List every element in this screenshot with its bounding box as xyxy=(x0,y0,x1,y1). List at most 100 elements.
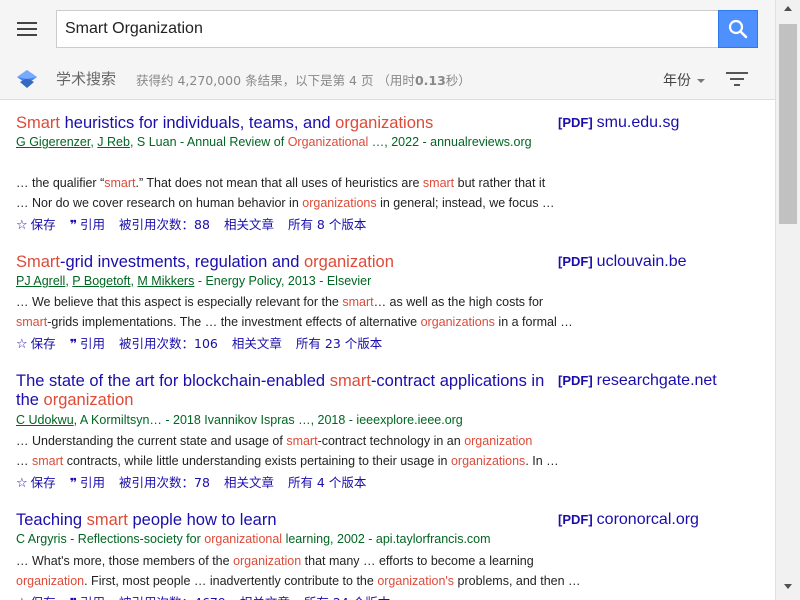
stats-time: 0.13 xyxy=(414,73,446,88)
author-link[interactable]: M Mikkers xyxy=(137,274,194,288)
cite-button[interactable]: ❞引用 xyxy=(70,595,105,600)
save-button[interactable]: ☆保存 xyxy=(16,475,56,491)
cited-by-link[interactable]: 被引用次数：88 xyxy=(119,217,210,232)
hamburger-menu-icon[interactable] xyxy=(10,14,44,44)
result-title-link[interactable]: The state of the art for blockchain-enab… xyxy=(16,372,546,410)
author-link[interactable]: P Bogetoft xyxy=(72,274,130,288)
magnifier-icon xyxy=(728,19,748,39)
result-actions: ☆ 保存 ❞ 引用 被引用次数：106 相关文章 所有 23 个版本 xyxy=(16,333,396,352)
scroll-thumb[interactable] xyxy=(779,24,797,224)
cite-button[interactable]: ❞引用 xyxy=(70,336,105,351)
result-title-link[interactable]: Smart-grid investments, regulation and o… xyxy=(16,253,546,272)
filter-lines-icon[interactable] xyxy=(726,70,748,88)
caret-down-icon xyxy=(697,79,705,83)
pdf-tag: [PDF] xyxy=(558,512,593,527)
result-title-link[interactable]: Smart heuristics for individuals, teams,… xyxy=(16,114,546,133)
snippet-text: … xyxy=(16,453,32,468)
related-articles-link[interactable]: 相关文章 xyxy=(240,595,290,600)
result-actions: ☆ 保存 ❞ 引用 被引用次数：88 相关文章 所有 8 个版本 xyxy=(16,214,380,233)
result-authors: G Gigerenzer, J Reb, S Luan - Annual Rev… xyxy=(16,133,576,152)
snippet-highlight: organization xyxy=(464,434,533,448)
author-text: C Argyris - Reflections-society for xyxy=(16,532,205,546)
title-highlight: smart xyxy=(329,372,371,390)
result-title-link[interactable]: Teaching smart people how to learn xyxy=(16,511,546,530)
related-articles-link[interactable]: 相关文章 xyxy=(224,475,274,490)
result-snippet-line: … the qualifier “smart.” That does not m… xyxy=(16,174,596,194)
title-highlight: organization xyxy=(303,253,394,271)
cite-button[interactable]: ❞引用 xyxy=(70,475,105,490)
pdf-source: smu.edu.sg xyxy=(596,114,680,131)
quote-icon: ❞ xyxy=(69,475,78,490)
result-authors: C Argyris - Reflections-society for orga… xyxy=(16,530,576,549)
search-button[interactable] xyxy=(718,10,758,48)
save-label: 保存 xyxy=(31,595,56,600)
related-articles-link[interactable]: 相关文章 xyxy=(224,217,274,232)
snippet-text: -grids implementations. The … the invest… xyxy=(47,314,421,329)
cited-by-link[interactable]: 被引用次数：78 xyxy=(119,475,210,490)
save-button[interactable]: ☆保存 xyxy=(16,595,56,600)
pdf-source: coronorcal.org xyxy=(596,511,699,528)
cite-button[interactable]: ❞引用 xyxy=(70,217,105,232)
title-highlight: Smart xyxy=(16,253,61,271)
author-link[interactable]: G Gigerenzer xyxy=(16,135,90,149)
search-input[interactable] xyxy=(57,11,719,47)
title-highlight: Smart xyxy=(16,114,61,132)
snippet-highlight: organization xyxy=(16,573,85,588)
title-highlight: organizations xyxy=(335,114,434,132)
all-versions-link[interactable]: 所有 8 个版本 xyxy=(288,217,366,232)
snippet-text: … What's more, those members of the xyxy=(16,554,234,568)
pdf-link[interactable]: [PDF] researchgate.net xyxy=(558,372,717,390)
top-search-bar xyxy=(0,0,775,58)
snippet-highlight: smart xyxy=(31,453,64,468)
stats-suffix: 秒） xyxy=(445,73,471,88)
snippet-text: -contract technology in an xyxy=(317,434,465,448)
cited-by-link[interactable]: 被引用次数：106 xyxy=(119,336,218,351)
save-button[interactable]: ☆保存 xyxy=(16,336,56,352)
result-snippet-line: … Nor do we cover research on human beha… xyxy=(16,194,596,214)
snippet-highlight: smart xyxy=(422,176,455,190)
cite-label: 引用 xyxy=(80,217,106,232)
snippet-text: in general; instead, we focus … xyxy=(376,195,555,210)
scroll-down-arrow-icon[interactable] xyxy=(776,578,800,596)
cite-label: 引用 xyxy=(80,475,106,490)
cited-by-link[interactable]: 被引用次数：4679 xyxy=(119,595,226,600)
author-highlight: organizational xyxy=(204,532,283,546)
author-link[interactable]: C Udokwu xyxy=(16,413,74,427)
result-actions: ☆保存 ❞引用 被引用次数：4679 相关文章 所有 24 个版本 xyxy=(16,592,404,600)
title-text: people how to learn xyxy=(127,511,277,529)
all-versions-link[interactable]: 所有 24 个版本 xyxy=(304,595,390,600)
save-label: 保存 xyxy=(30,336,56,351)
year-filter-label: 年份 xyxy=(663,73,691,89)
results-header: 学术搜索 获得约 4,270,000 条结果，以下是第 4 页 （用时0.13秒… xyxy=(0,58,775,100)
save-label: 保存 xyxy=(30,217,56,232)
year-filter-dropdown[interactable]: 年份 xyxy=(663,70,705,90)
snippet-text: … We believe that this aspect is especia… xyxy=(16,295,343,309)
save-button[interactable]: ☆保存 xyxy=(16,217,56,233)
all-versions-link[interactable]: 所有 4 个版本 xyxy=(288,475,366,490)
snippet-highlight: smart xyxy=(104,176,136,190)
result-snippet-line: … Understanding the current state and us… xyxy=(16,432,596,452)
search-box xyxy=(56,10,719,48)
pdf-tag: [PDF] xyxy=(558,115,593,130)
scholar-brand-label[interactable]: 学术搜索 xyxy=(56,68,116,89)
title-highlight: organization xyxy=(43,391,134,409)
cite-label: 引用 xyxy=(80,336,106,351)
snippet-text: that many … efforts to become a learning xyxy=(301,554,534,568)
title-highlight: smart xyxy=(86,511,128,529)
all-versions-link[interactable]: 所有 23 个版本 xyxy=(296,336,382,351)
pdf-link[interactable]: [PDF] coronorcal.org xyxy=(558,511,699,529)
author-link[interactable]: PJ Agrell xyxy=(16,274,65,288)
result-authors: PJ Agrell, P Bogetoft, M Mikkers - Energ… xyxy=(16,272,576,291)
pdf-tag: [PDF] xyxy=(558,373,593,388)
related-articles-link[interactable]: 相关文章 xyxy=(232,336,282,351)
pdf-link[interactable]: [PDF] uclouvain.be xyxy=(558,253,687,271)
snippet-text: … Understanding the current state and us… xyxy=(16,434,287,448)
snippet-text: but rather that it xyxy=(454,176,546,190)
pdf-link[interactable]: [PDF] smu.edu.sg xyxy=(558,114,679,132)
scroll-up-arrow-icon[interactable] xyxy=(776,0,800,18)
snippet-highlight: smart xyxy=(286,434,318,448)
vertical-scrollbar[interactable] xyxy=(775,0,800,600)
author-link[interactable]: J Reb xyxy=(97,135,130,149)
scholar-cap-icon[interactable] xyxy=(16,69,38,89)
result-snippet-line: smart-grids implementations. The … the i… xyxy=(16,313,596,333)
